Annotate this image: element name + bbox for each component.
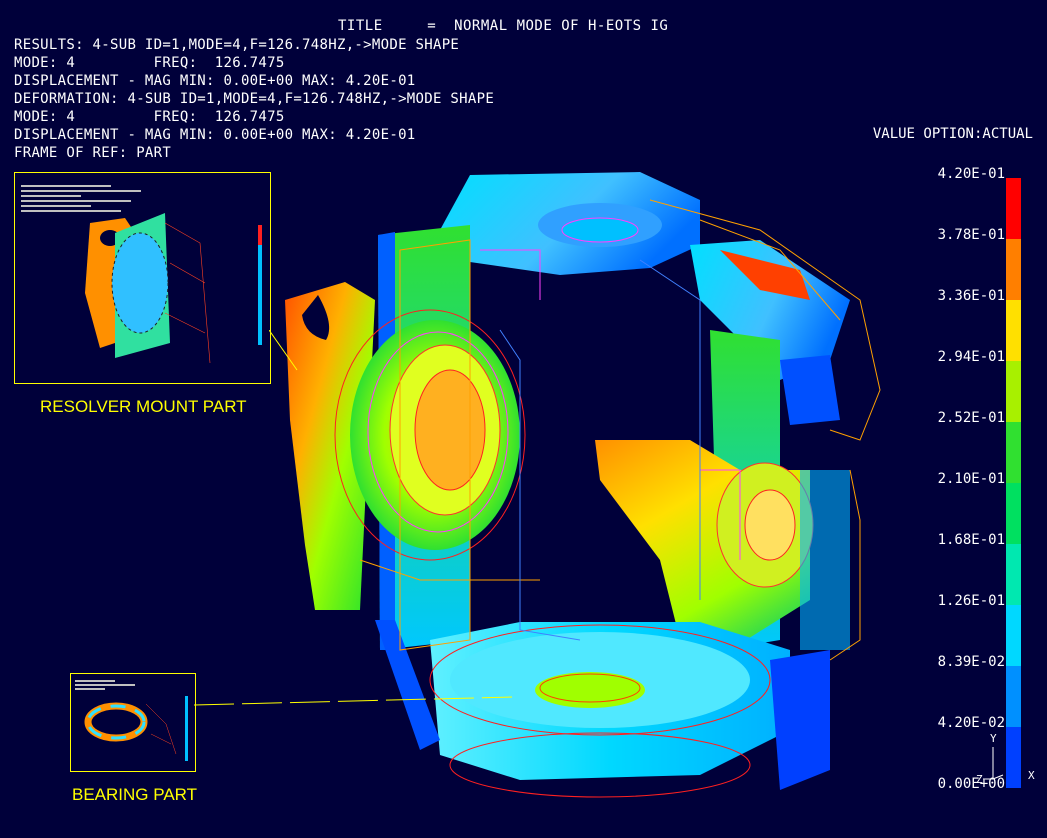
resolver-leader-line — [269, 330, 298, 371]
axis-y-label: Y — [990, 732, 997, 745]
colorbar-segment — [1006, 361, 1021, 422]
legend-label: 3.36E-01 — [937, 288, 1005, 304]
colorbar-segment — [1006, 178, 1021, 239]
bearing-thumbnail — [75, 680, 188, 761]
value-option: VALUE OPTION:ACTUAL — [872, 126, 1033, 142]
colorbar-segment — [1006, 239, 1021, 300]
header-line-frame: FRAME OF REF: PART — [14, 145, 172, 161]
bearing-part-caption: BEARING PART — [72, 785, 198, 804]
resolver-mount-caption: RESOLVER MOUNT PART — [40, 397, 247, 416]
legend-label: 2.94E-01 — [937, 349, 1005, 365]
header-line-displacement: DISPLACEMENT - MAG MIN: 0.00E+00 MAX: 4.… — [14, 73, 416, 89]
colorbar-segment — [1006, 300, 1021, 361]
bearing-leader-line — [194, 696, 513, 706]
colorbar-segment — [1006, 544, 1021, 605]
colorbar-segment — [1006, 605, 1021, 666]
legend-label: 2.10E-01 — [937, 471, 1005, 487]
legend-label: 4.20E-02 — [937, 715, 1005, 731]
colorbar-segment — [1006, 666, 1021, 727]
resolver-mount-thumbnail — [21, 185, 262, 364]
axis-x-label: X — [1028, 769, 1035, 782]
colorbar-segment — [1006, 727, 1021, 788]
plot-title: TITLE = NORMAL MODE OF H-EOTS IG — [338, 18, 669, 34]
legend-label: 8.39E-02 — [937, 654, 1005, 670]
header-line-deformation: DEFORMATION: 4-SUB ID=1,MODE=4,F=126.748… — [14, 91, 495, 107]
header-line-displacement-2: DISPLACEMENT - MAG MIN: 0.00E+00 MAX: 4.… — [14, 127, 416, 143]
legend-label: 2.52E-01 — [937, 410, 1005, 426]
legend-label: 4.20E-01 — [937, 166, 1005, 182]
bearing-inset — [70, 673, 196, 772]
header-line-mode: MODE: 4 FREQ: 126.7475 — [14, 55, 285, 71]
legend-label: 1.68E-01 — [937, 532, 1005, 548]
legend-colorbar — [1006, 178, 1021, 788]
header-line-mode-2: MODE: 4 FREQ: 126.7475 — [14, 109, 285, 125]
header-line-results: RESULTS: 4-SUB ID=1,MODE=4,F=126.748HZ,-… — [14, 37, 460, 53]
legend-label: 1.26E-01 — [937, 593, 1005, 609]
colorbar-segment — [1006, 483, 1021, 544]
legend-label: 3.78E-01 — [937, 227, 1005, 243]
colorbar-segment — [1006, 422, 1021, 483]
axis-z-label: Z — [976, 773, 983, 786]
resolver-mount-inset — [14, 172, 271, 384]
